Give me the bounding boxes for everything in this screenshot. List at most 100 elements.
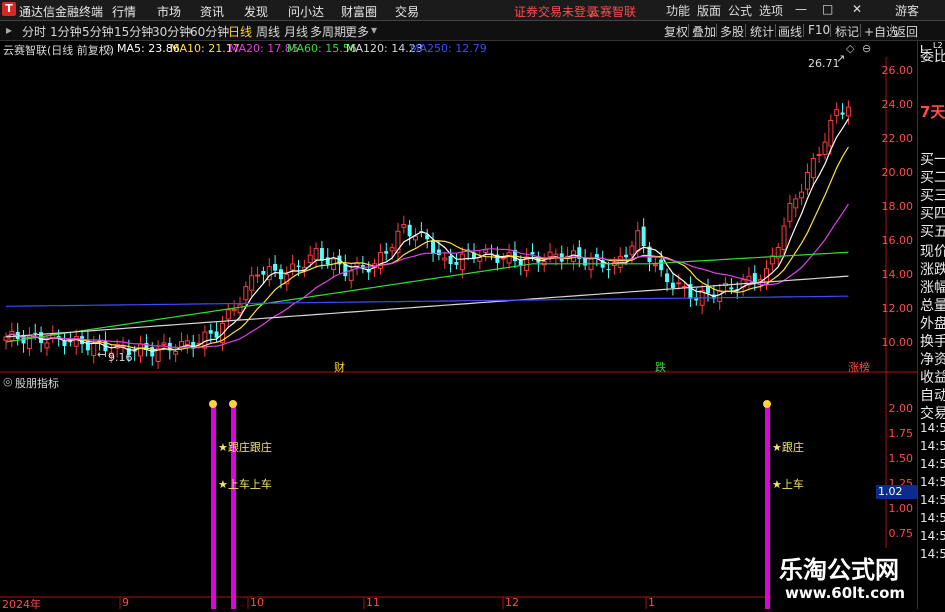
draw-line-button[interactable]: 画线 [778,23,802,40]
chevron-down-icon[interactable]: ▾ [371,23,377,37]
menu-layout[interactable]: 版面 [697,2,721,19]
side-day-label[interactable]: 7天 [920,101,945,122]
signal-board-label: ★上车上车 [218,478,272,491]
collapse-icon[interactable]: ▸ [6,23,12,37]
signal-bar [231,402,236,609]
side-auto-trade-2[interactable]: 交易 [920,403,945,423]
adjust-button[interactable]: 复权 [664,23,688,40]
period-60min[interactable]: 60分钟 [190,23,229,40]
menu-news[interactable]: 资讯 [200,3,224,20]
period-5min[interactable]: 5分钟 [82,23,114,40]
candle-body [173,351,179,355]
side-item: 买五 [920,224,945,240]
period-daily[interactable]: 日线 [228,23,252,40]
signal-dot [209,400,217,408]
side-time: 14:56 [920,547,945,561]
candle-body [319,248,324,261]
menu-trade[interactable]: 交易 [395,3,419,20]
ma120-line [5,275,849,338]
overlay-button[interactable]: 叠加 [692,23,716,40]
x-tick-label: 1 [648,596,655,609]
indicator-name[interactable]: 股朋指标 [15,375,59,391]
menu-formula[interactable]: 公式 [728,2,752,19]
candle-body [583,258,588,266]
candle-body [781,225,787,251]
minimize-button[interactable]: — [795,2,816,16]
candle-body [834,109,840,116]
side-auto-trade[interactable]: 自动 [920,385,945,405]
y-tick: 26.00 [881,64,914,77]
period-multi[interactable]: 多周期 [310,23,346,40]
period-1min[interactable]: 1分钟 [50,23,82,40]
event-marker-finance[interactable]: 财 [334,359,345,375]
watermark: 乐淘公式网 www.60lt.com [771,548,917,609]
signal-board-label: ★上车 [772,478,804,491]
candle-body [407,224,412,237]
stock-alert[interactable]: 云赛智联 [588,3,636,20]
menu-bar: T 通达信金融终端 行情 市场 资讯 发现 问小达 财富圈 交易 证券交易未登录… [0,0,945,21]
menu-discover[interactable]: 发现 [244,3,268,20]
add-watchlist-button[interactable]: +自选 [864,23,898,40]
candle-body [804,172,810,190]
menu-fortune[interactable]: 财富圈 [341,3,377,20]
menu-quotes[interactable]: 行情 [112,3,136,20]
statistics-button[interactable]: 统计 [750,23,774,40]
candle-body [214,331,219,338]
candle-body [752,273,757,283]
menu-ask[interactable]: 问小达 [288,3,324,20]
candle-body [816,153,822,156]
period-30min[interactable]: 30分钟 [152,23,191,40]
candle-body [33,332,38,334]
ind-y-tick: 2.00 [888,402,914,415]
period-more[interactable]: 更多 [345,23,369,40]
quote-side-panel: L L2 委比 7天 买一 买二 买三 买四 买五 现价 涨跌 涨幅 总量 外盘… [917,41,945,609]
indicator-settings-icon[interactable]: ◎ [3,375,13,388]
candle-body [73,335,79,347]
indicator-bars [209,400,771,609]
mark-button[interactable]: 标记 [835,23,859,40]
back-button[interactable]: 返回 [894,23,918,40]
period-intraday[interactable]: 分时 [22,23,46,40]
candle-body [313,248,319,260]
login-status[interactable]: 证券交易未登录 [514,3,598,20]
candle-body [448,255,453,265]
ind-y-tick: 1.75 [888,427,914,440]
maximize-icon[interactable]: □ [822,2,833,16]
toolbar-divider [688,24,689,37]
period-monthly[interactable]: 月线 [284,23,308,40]
side-item: 买四 [920,206,945,222]
candle-body [307,254,313,263]
menu-options[interactable]: 选项 [759,2,783,19]
side-item: 换手 [920,334,945,350]
candle-body [822,141,828,155]
candle-body [255,274,261,277]
candle-body [635,230,641,252]
kline-chart[interactable] [0,41,917,609]
event-marker-top-list[interactable]: 涨榜 [848,359,870,375]
watermark-url: www.60lt.com [785,584,906,602]
event-marker-drop[interactable]: 跌 [655,359,666,375]
candle-body [810,157,816,179]
candle-body [606,269,611,271]
signal-bar [211,402,216,609]
candle-body [454,262,459,265]
period-15min[interactable]: 15分钟 [114,23,153,40]
multi-stock-button[interactable]: 多股 [720,23,744,40]
candlestick-series [3,100,851,370]
period-weekly[interactable]: 周线 [256,23,280,40]
candle-body [296,265,301,267]
signal-follow-label: ★跟庄跟庄 [218,441,272,454]
f10-button[interactable]: F10 [808,23,830,37]
close-icon[interactable]: ✕ [852,2,862,16]
menu-function[interactable]: 功能 [666,2,690,19]
guest-label[interactable]: 游客 [895,2,919,19]
toolbar-divider [716,24,717,37]
menu-market[interactable]: 市场 [157,3,181,20]
side-time: 14:56 [920,439,945,453]
high-arrow-icon: ↗ [836,52,846,65]
candle-body [290,263,296,271]
y-tick: 22.00 [881,132,914,145]
candle-body [594,254,599,258]
candle-body [384,251,389,254]
y-tick: 10.00 [881,336,914,349]
